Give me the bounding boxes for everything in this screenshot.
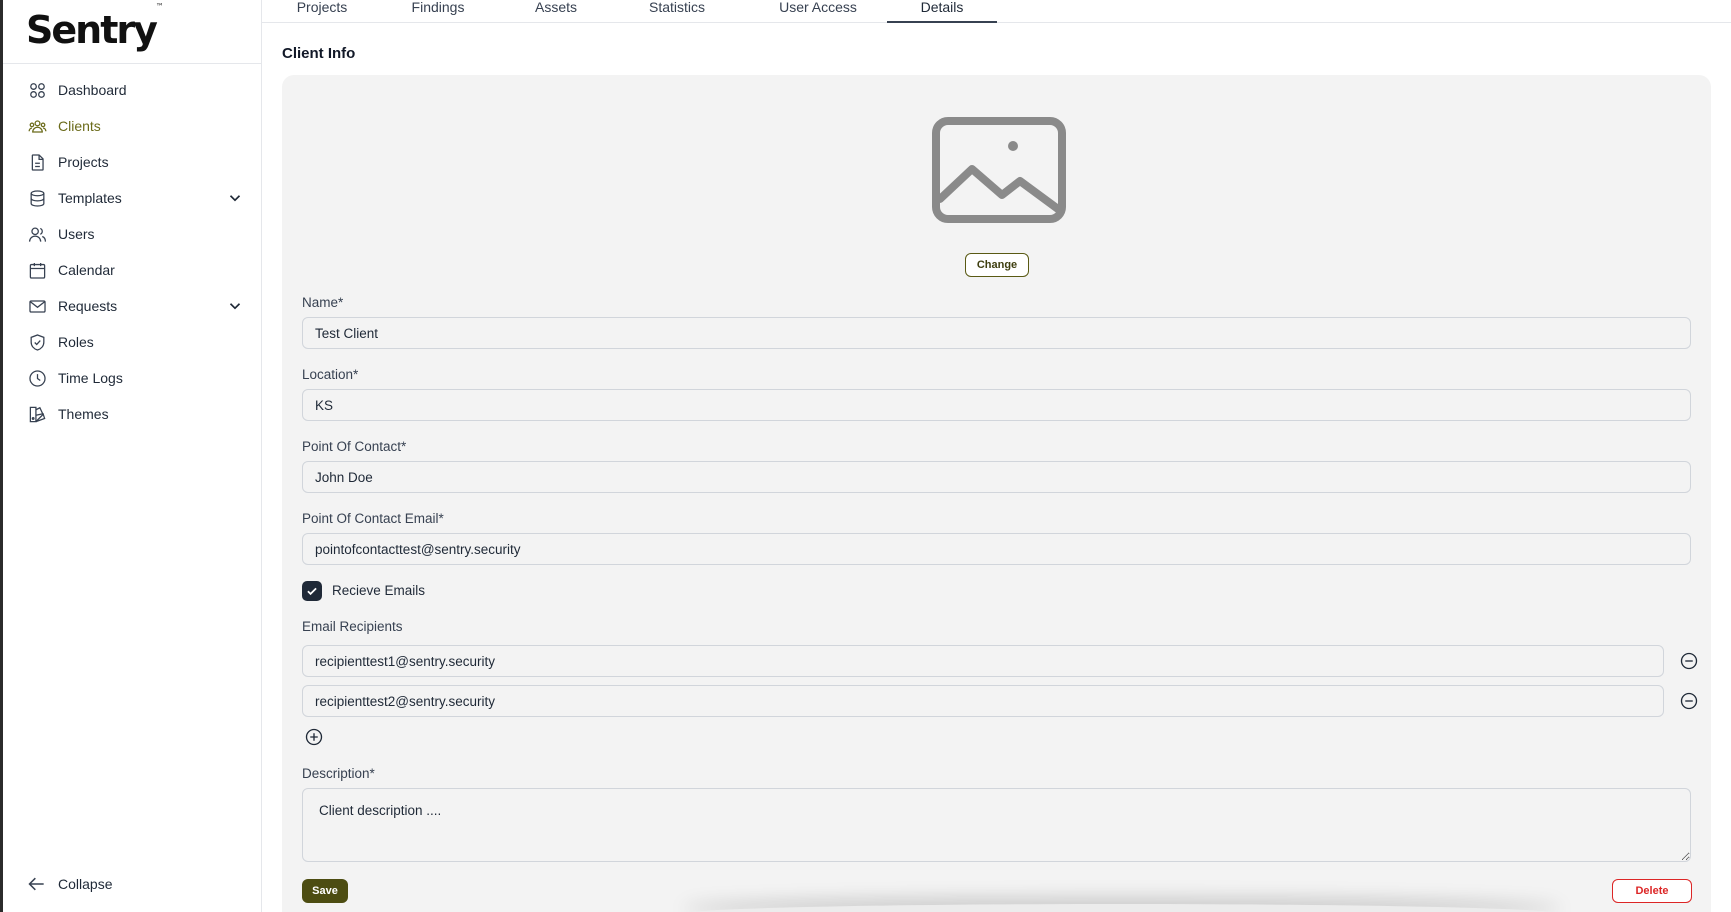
arrow-left-icon	[27, 874, 47, 894]
tab-findings[interactable]: Findings	[402, 0, 474, 23]
sidebar-item-users[interactable]: Users	[3, 216, 262, 252]
point-of-contact-email-label: Point Of Contact Email*	[302, 511, 444, 526]
clock-icon	[27, 368, 47, 388]
sidebar-item-themes[interactable]: Themes	[3, 396, 262, 432]
section-title: Client Info	[282, 45, 356, 62]
sidebar-item-label: Dashboard	[58, 82, 127, 98]
sidebar-item-label: Calendar	[58, 262, 115, 278]
recipient-input[interactable]	[302, 645, 1664, 677]
tab-bar: Projects Findings Assets Statistics User…	[262, 0, 1731, 23]
sidebar-item-label: Clients	[58, 118, 101, 134]
mail-icon	[27, 296, 47, 316]
delete-button[interactable]: Delete	[1612, 879, 1692, 903]
point-of-contact-input[interactable]	[302, 461, 1691, 493]
users-icon	[27, 224, 47, 244]
tab-statistics[interactable]: Statistics	[636, 0, 718, 23]
collapse-button[interactable]: Collapse	[27, 874, 112, 894]
description-textarea[interactable]: Client description ....	[302, 788, 1691, 862]
file-icon	[27, 152, 47, 172]
sidebar: Sentry™ Dashboard Clients Projects Templ…	[3, 0, 262, 912]
sidebar-item-clients[interactable]: Clients	[3, 108, 262, 144]
add-circle-icon[interactable]	[304, 727, 324, 747]
point-of-contact-email-input[interactable]	[302, 533, 1691, 565]
chevron-down-icon[interactable]	[226, 297, 244, 315]
sidebar-item-label: Time Logs	[58, 370, 123, 386]
receive-emails-checkbox[interactable]	[302, 581, 322, 601]
sidebar-item-label: Themes	[58, 406, 109, 422]
tab-user-access[interactable]: User Access	[766, 0, 870, 23]
change-image-button[interactable]: Change	[965, 253, 1029, 277]
sidebar-divider	[3, 63, 262, 64]
tab-details[interactable]: Details	[887, 0, 997, 23]
sidebar-item-time-logs[interactable]: Time Logs	[3, 360, 262, 396]
sidebar-nav: Dashboard Clients Projects Templates Use…	[3, 72, 262, 432]
tab-projects[interactable]: Projects	[282, 0, 362, 23]
palette-icon	[27, 404, 47, 424]
sidebar-item-calendar[interactable]: Calendar	[3, 252, 262, 288]
client-info-card: Change Name* Location* Point Of Contact*…	[282, 75, 1711, 912]
location-input[interactable]	[302, 389, 1691, 421]
location-label: Location*	[302, 367, 359, 382]
database-icon	[27, 188, 47, 208]
app-logo[interactable]: Sentry™	[26, 2, 164, 52]
image-placeholder-icon	[932, 117, 1066, 223]
sidebar-item-templates[interactable]: Templates	[3, 180, 262, 216]
recipient-input[interactable]	[302, 685, 1664, 717]
main-content: Projects Findings Assets Statistics User…	[262, 0, 1731, 912]
sidebar-item-projects[interactable]: Projects	[3, 144, 262, 180]
sidebar-item-dashboard[interactable]: Dashboard	[3, 72, 262, 108]
collapse-label: Collapse	[58, 876, 113, 892]
name-label: Name*	[302, 295, 344, 310]
grid-icon	[27, 80, 47, 100]
remove-circle-icon[interactable]	[1679, 691, 1699, 711]
sidebar-item-label: Users	[58, 226, 95, 242]
remove-circle-icon[interactable]	[1679, 651, 1699, 671]
tab-assets[interactable]: Assets	[524, 0, 588, 23]
save-button[interactable]: Save	[302, 879, 348, 903]
sidebar-item-label: Roles	[58, 334, 94, 350]
sidebar-item-label: Templates	[58, 190, 122, 206]
receive-emails-label: Recieve Emails	[332, 583, 426, 598]
email-recipients-label: Email Recipients	[302, 619, 403, 634]
sidebar-item-roles[interactable]: Roles	[3, 324, 262, 360]
users-group-icon	[27, 116, 47, 136]
check-icon	[307, 587, 317, 596]
shield-check-icon	[27, 332, 47, 352]
description-label: Description*	[302, 766, 375, 781]
calendar-icon	[27, 260, 47, 280]
sidebar-item-label: Projects	[58, 154, 109, 170]
chevron-down-icon[interactable]	[226, 189, 244, 207]
sidebar-item-requests[interactable]: Requests	[3, 288, 262, 324]
point-of-contact-label: Point Of Contact*	[302, 439, 407, 454]
sidebar-item-label: Requests	[58, 298, 118, 314]
name-input[interactable]	[302, 317, 1691, 349]
